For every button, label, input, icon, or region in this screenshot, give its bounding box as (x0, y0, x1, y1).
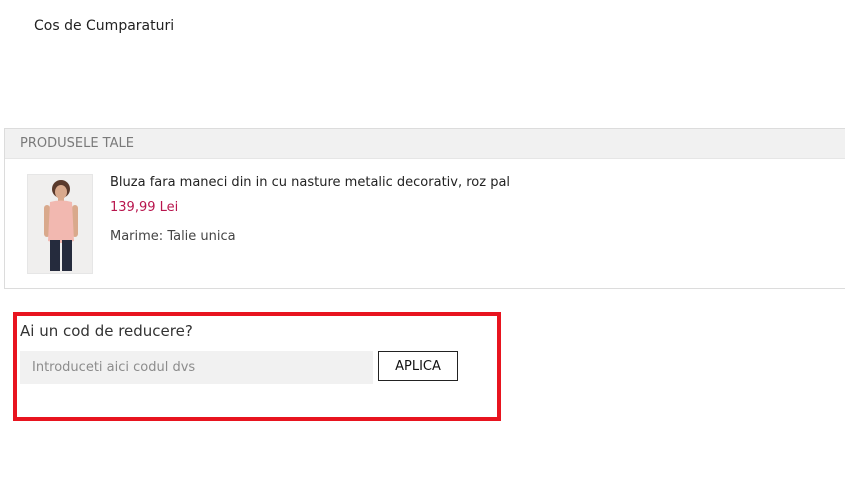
apply-coupon-button[interactable]: APLICA (378, 351, 458, 381)
product-size: Marime: Talie unica (110, 229, 236, 244)
page-title: Cos de Cumparaturi (34, 18, 175, 34)
product-price: 139,99 Lei (110, 200, 179, 215)
product-name[interactable]: Bluza fara maneci din in cu nasture meta… (110, 175, 510, 190)
coupon-title: Ai un cod de reducere? (20, 322, 193, 340)
product-photo-icon (28, 175, 92, 273)
products-header: PRODUSELE TALE (5, 129, 845, 159)
coupon-code-input[interactable] (20, 351, 373, 384)
cart-page: Cos de Cumparaturi PRODUSELE TALE Bluza … (0, 0, 845, 479)
coupon-section: Ai un cod de reducere? APLICA (13, 312, 501, 421)
products-section: PRODUSELE TALE Bluza fara maneci din in … (4, 128, 845, 289)
list-item: Bluza fara maneci din in cu nasture meta… (5, 159, 845, 289)
product-image[interactable] (27, 174, 93, 274)
